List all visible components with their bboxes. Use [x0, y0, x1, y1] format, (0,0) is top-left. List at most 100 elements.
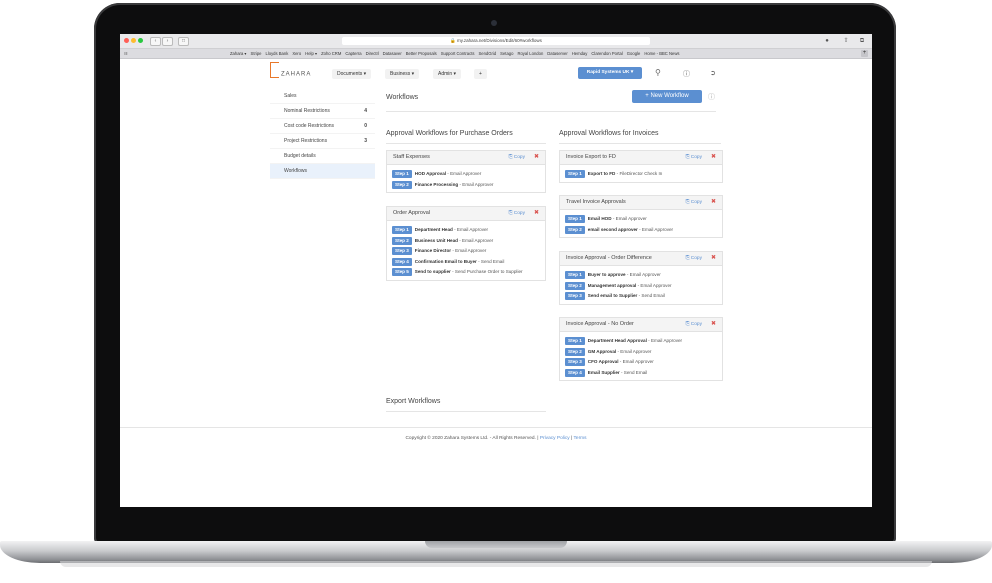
help-icon[interactable]: ⓘ	[683, 69, 690, 79]
minimize-window-icon[interactable]	[131, 38, 136, 43]
bookmark-item[interactable]: Zahara ▾	[230, 51, 247, 56]
bookmark-item[interactable]: SendGrid	[478, 51, 496, 56]
workflow-step[interactable]: Step 1 Department Head - Email Approver	[392, 225, 540, 236]
add-menu-button[interactable]: +	[474, 69, 487, 79]
trash-icon[interactable]: ✖	[534, 207, 539, 220]
workflow-step[interactable]: Step 3 Send email to Supplier - Send Emai…	[565, 291, 717, 302]
shield-icon[interactable]: ●	[823, 37, 831, 45]
maximize-window-icon[interactable]	[138, 38, 143, 43]
sidebar-item-sales[interactable]: Sales	[270, 89, 375, 104]
workflow-step[interactable]: Step 1 Export to FD - FileDirector Check …	[565, 169, 717, 180]
bookmark-item[interactable]: Home - BBC News	[644, 51, 679, 56]
bookmark-item[interactable]: Support Contracts	[441, 51, 475, 56]
share-icon[interactable]: ⇧	[842, 37, 850, 45]
step-action: - Email Approver	[616, 348, 652, 354]
workflow-card: Travel Invoice Approvals ⎘ Copy ✖ Step 1 Ema…	[559, 195, 723, 238]
bookmark-item[interactable]: Lloyds Bank	[266, 51, 289, 56]
workflow-step[interactable]: Step 3 CFO Approval - Email Approver	[565, 357, 717, 368]
step-badge: Step 2	[565, 281, 585, 290]
sidebar-item-count: 0	[364, 123, 367, 129]
logo[interactable]: ZAHARA	[270, 62, 311, 82]
new-workflow-button[interactable]: + New Workflow	[632, 90, 702, 103]
business-menu[interactable]: Business ▾	[385, 69, 420, 79]
workflow-step[interactable]: Step 2 Finance Processing - Email Approve…	[392, 180, 540, 191]
admin-menu[interactable]: Admin ▾	[433, 69, 462, 79]
bookmark-item[interactable]: Royal London	[517, 51, 543, 56]
trash-icon[interactable]: ✖	[711, 151, 716, 164]
workflow-step[interactable]: Step 2 GM Approval - Email Approver	[565, 347, 717, 358]
step-badge: Step 3	[565, 292, 585, 300]
sidebar-item-project-restrictions[interactable]: Project Restrictions 3	[270, 134, 375, 149]
trash-icon[interactable]: ✖	[711, 196, 716, 209]
workflow-steps: Step 1 Email HOD - Email Approver Step 2 em…	[560, 210, 722, 237]
bookmark-list: Zahara ▾ Stripe Lloyds Bank Xero Help ▾ Zoho …	[230, 49, 683, 58]
bookmark-item[interactable]: Better Proposals	[406, 51, 437, 56]
workflow-step[interactable]: Step 2 Management approval - Email Approv…	[565, 281, 717, 292]
workflow-step[interactable]: Step 5 Send to supplier - Send Purchase O…	[392, 267, 540, 278]
bookmark-item[interactable]: DirectIl	[366, 51, 379, 56]
copy-button[interactable]: ⎘ Copy	[509, 207, 525, 220]
documents-menu[interactable]: Documents ▾	[332, 69, 372, 79]
workflow-step[interactable]: Step 1 Email HOD - Email Approver	[565, 214, 717, 225]
search-icon[interactable]: ⚲	[655, 68, 661, 77]
footer: Copyright © 2020 Zahara Systems Ltd. - A…	[120, 436, 872, 441]
trash-icon[interactable]: ✖	[711, 318, 716, 331]
workflow-step[interactable]: Step 1 Department Head Approval - Email A…	[565, 336, 717, 347]
step-action: - Email Approver	[452, 227, 489, 232]
workflow-step[interactable]: Step 2 Business Unit Head - Email Approve…	[392, 236, 540, 247]
close-window-icon[interactable]	[124, 38, 129, 43]
step-action: - Send Purchase Order to Supplier	[450, 269, 523, 274]
company-selector[interactable]: Rapid Systems UK ▾	[578, 67, 642, 79]
logout-icon[interactable]: ➲	[710, 69, 716, 77]
copy-button[interactable]: ⎘ Copy	[686, 196, 702, 209]
sidebar-item-label: Budget details	[284, 153, 316, 159]
bookmark-item[interactable]: Stripe	[251, 51, 262, 56]
workflow-step[interactable]: Step 4 Confirmation Email to Buyer - Send…	[392, 257, 540, 268]
bookmark-item[interactable]: Google	[627, 51, 641, 56]
sidebar-item-budget-details[interactable]: Budget details	[270, 149, 375, 164]
workflow-card: Invoice Approval - No Order ⎘ Copy ✖ Step 1…	[559, 317, 723, 381]
laptop-shadow	[60, 561, 932, 567]
trash-icon[interactable]: ✖	[534, 151, 539, 164]
workflow-card: Invoice Approval - Order Difference ⎘ Cop…	[559, 251, 723, 305]
copy-button[interactable]: ⎘ Copy	[686, 252, 702, 265]
bookmark-item[interactable]: Hemday	[572, 51, 588, 56]
step-name: HOD Approval	[414, 171, 447, 176]
bookmark-item[interactable]: Capterra	[345, 51, 361, 56]
tabs-icon[interactable]: ⧉	[858, 37, 866, 45]
sidebar-item-nominal-restrictions[interactable]: Nominal Restrictions 4	[270, 104, 375, 119]
workflow-step[interactable]: Step 1 Buyer to approve - Email Approver	[565, 270, 717, 281]
terms-link[interactable]: Terms	[574, 436, 587, 441]
workflow-step[interactable]: Step 2 email second approver - Email Appr…	[565, 225, 717, 236]
privacy-policy-link[interactable]: Privacy Policy	[540, 436, 570, 441]
copy-button[interactable]: ⎘ Copy	[686, 151, 702, 164]
new-tab-icon[interactable]: +	[861, 50, 868, 57]
trash-icon[interactable]: ✖	[711, 252, 716, 265]
step-badge: Step 4	[392, 257, 412, 266]
workflow-step[interactable]: Step 3 Finance Director - Email Approver	[392, 246, 540, 257]
step-action: - Email Approver	[611, 216, 647, 221]
back-icon[interactable]: ‹	[150, 37, 161, 46]
copy-label: Copy	[690, 322, 702, 327]
info-icon[interactable]: ⓘ	[708, 92, 715, 102]
bookmark-item[interactable]: Help ▾	[305, 51, 317, 56]
forward-icon[interactable]: ›	[162, 37, 173, 46]
sidebar-item-cost-code-restrictions[interactable]: Cost code Restrictions 0	[270, 119, 375, 134]
bookmark-item[interactable]: Datasaver	[383, 51, 402, 56]
step-action: - Email Approver	[618, 359, 654, 364]
reading-list-icon[interactable]: ☷	[124, 49, 128, 58]
copy-label: Copy	[690, 256, 702, 261]
copy-button[interactable]: ⎘ Copy	[686, 318, 702, 331]
bookmark-item[interactable]: Xero	[292, 51, 301, 56]
bookmark-item[interactable]: Dataserver	[547, 51, 567, 56]
address-bar[interactable]: 🔒 my.zahara.net/Divisions/Edit/60#workfl…	[342, 37, 650, 45]
copy-button[interactable]: ⎘ Copy	[509, 151, 525, 164]
footer-divider	[120, 427, 872, 428]
bookmark-item[interactable]: Zoho CRM	[321, 51, 341, 56]
sidebar-toggle-icon[interactable]: □	[178, 37, 189, 46]
bookmark-item[interactable]: Setago	[500, 51, 513, 56]
bookmark-item[interactable]: Clarendon Portal	[591, 51, 622, 56]
workflow-step[interactable]: Step 1 HOD Approval - Email Approver	[392, 169, 540, 180]
sidebar-item-workflows[interactable]: Workflows	[270, 164, 375, 179]
workflow-step[interactable]: Step 4 Email Supplier - Send Email	[565, 368, 717, 379]
